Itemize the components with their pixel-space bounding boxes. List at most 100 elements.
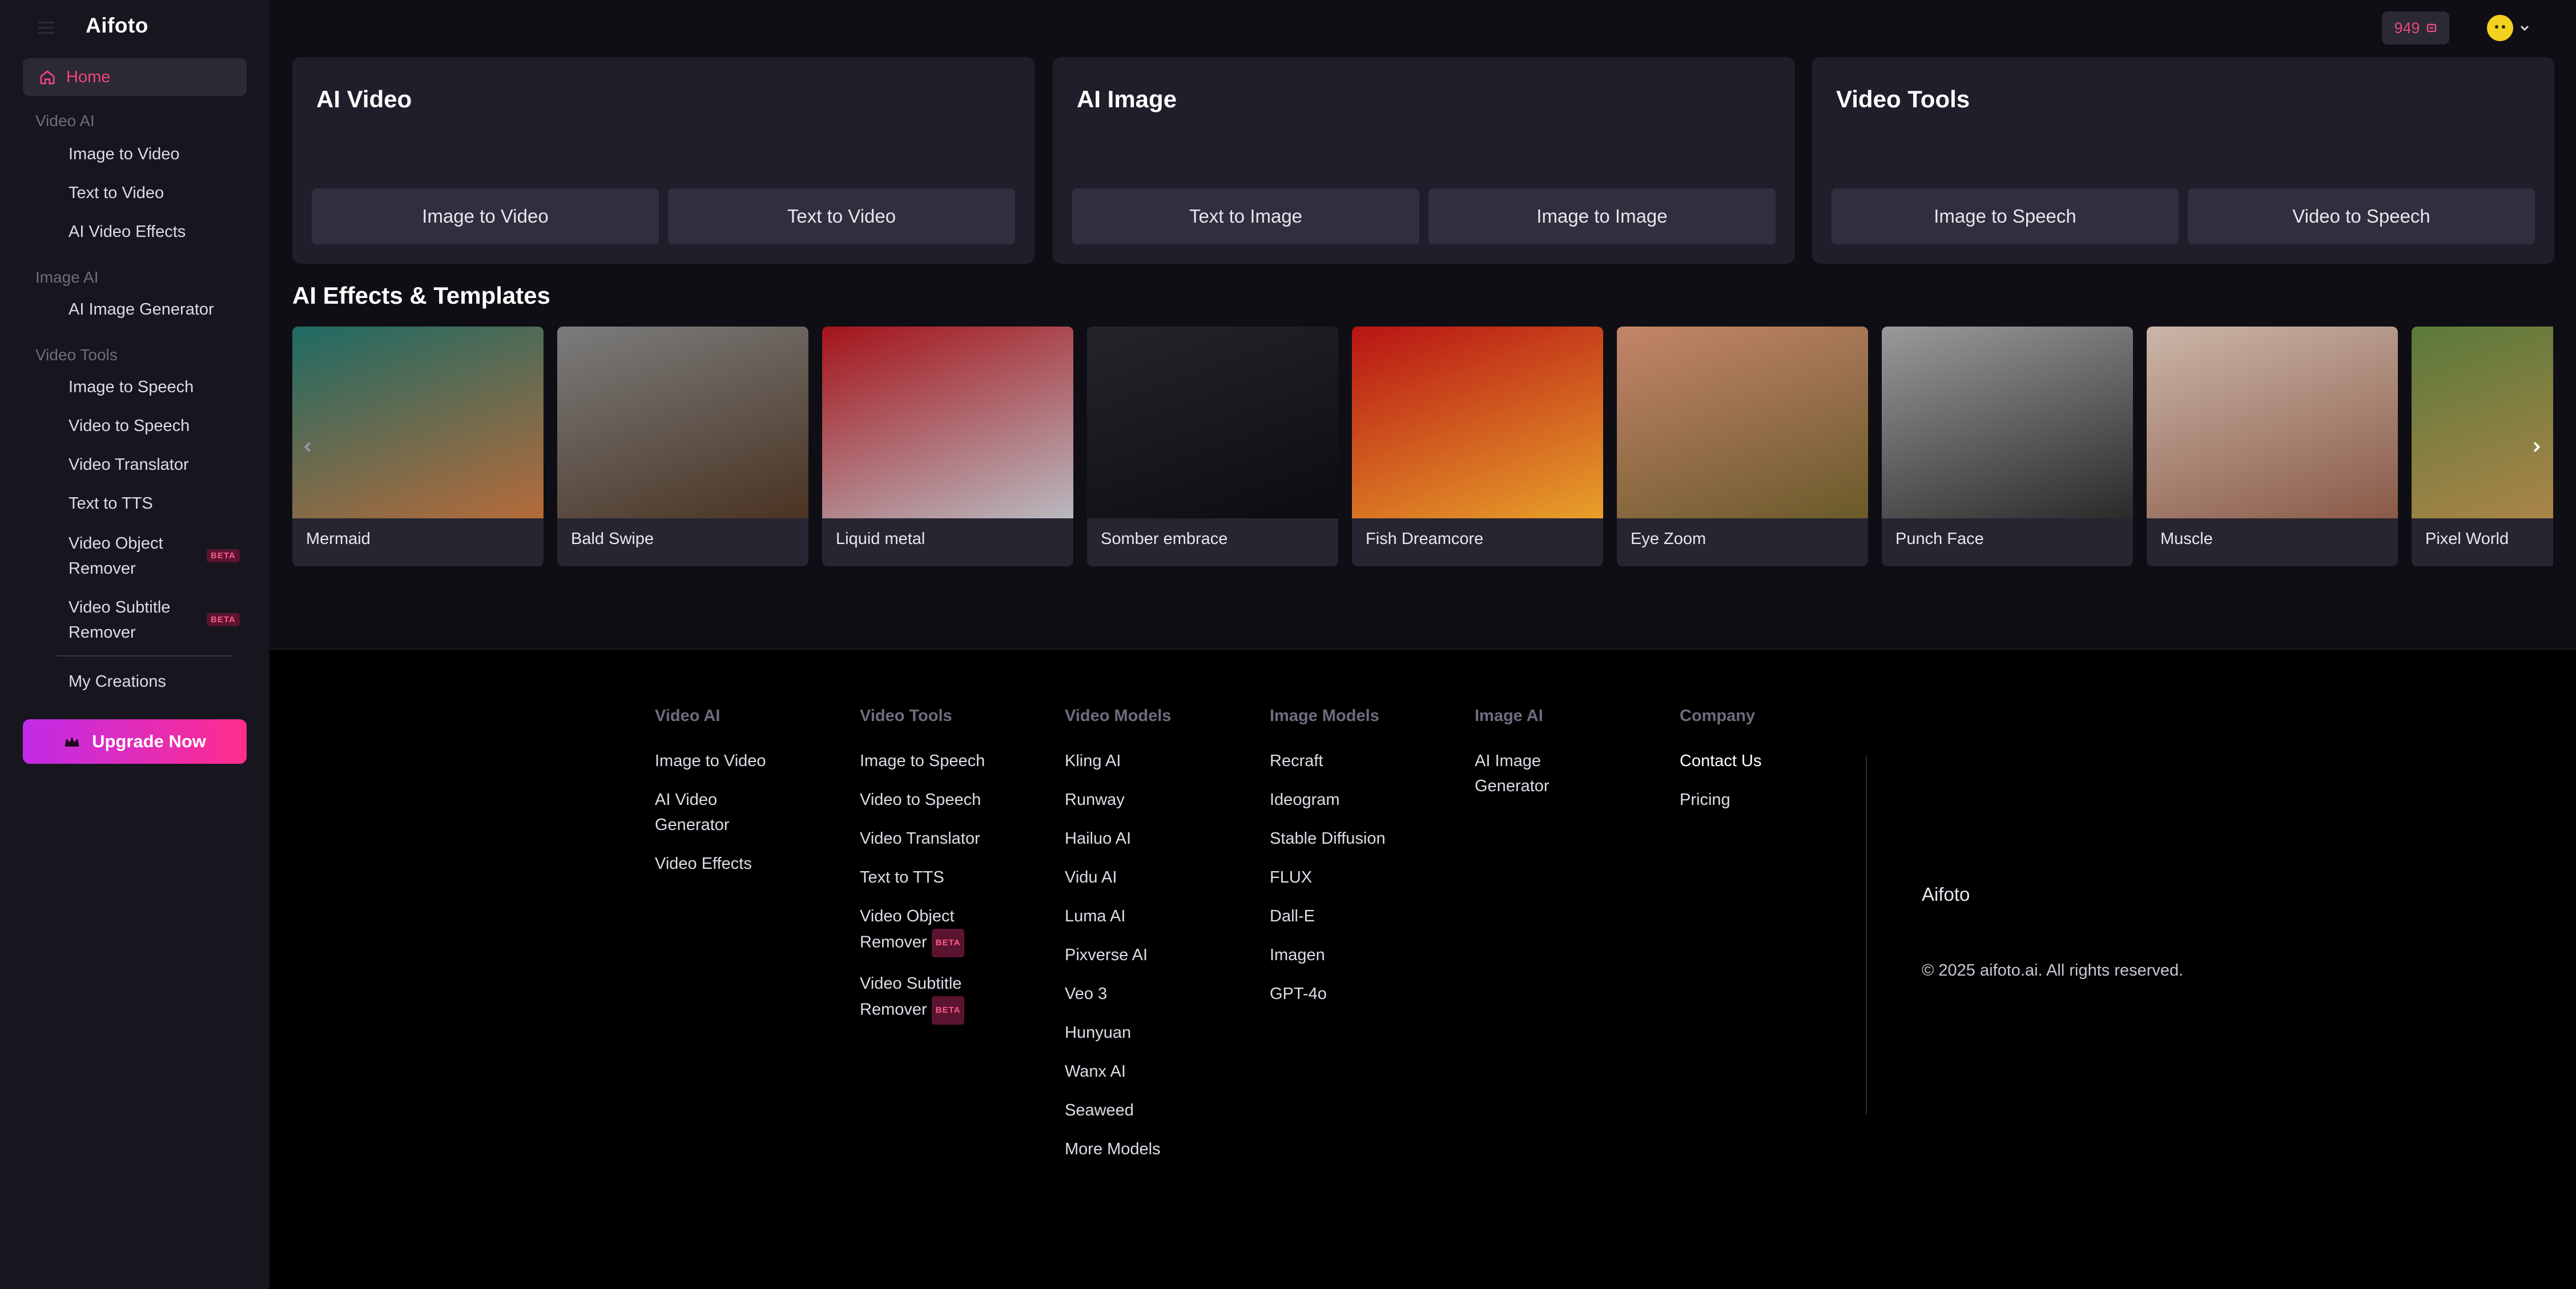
sidebar-item-ai-video-effects[interactable]: AI Video Effects [69,219,186,244]
sidebar-item-label: Remover [69,559,136,578]
effect-card-punch-face[interactable]: Punch Face [1882,327,2133,566]
image-to-image-button[interactable]: Image to Image [1428,188,1776,244]
footer-col-title: Video Models [1065,707,1172,725]
image-to-speech-button[interactable]: Image to Speech [1832,188,2179,244]
footer-link[interactable]: Seaweed [1065,1098,1208,1123]
footer-link[interactable]: Luma AI [1065,904,1208,929]
carousel-next-button[interactable] [2523,434,2550,460]
avatar[interactable] [2487,15,2513,41]
image-to-video-button[interactable]: Image to Video [312,188,659,244]
footer-link[interactable]: Runway [1065,787,1208,812]
footer-link[interactable]: Text to TTS [860,865,1003,890]
footer-link[interactable]: Video Effects [655,851,798,876]
effect-card-eye-zoom[interactable]: Eye Zoom [1617,327,1868,566]
effect-label: Punch Face [1895,530,1984,548]
footer-link[interactable]: Pricing [1680,787,1822,812]
sidebar-item-text-to-video[interactable]: Text to Video [69,180,164,206]
footer-link[interactable]: Imagen [1270,942,1412,968]
upgrade-button[interactable]: Upgrade Now [23,719,247,764]
card-title: Video Tools [1836,86,1970,112]
chevron-right-icon [2533,442,2541,452]
sidebar-item-video-translator[interactable]: Video Translator [69,452,189,477]
footer-link[interactable]: More Models [1065,1137,1208,1162]
footer-link[interactable]: Image to Speech [860,748,1003,774]
footer-link-line: Generator [655,816,730,834]
effect-label: Liquid metal [836,530,925,548]
card-ai-video: AI Video Image to Video Text to Video [292,57,1035,264]
upgrade-label: Upgrade Now [92,731,206,751]
effects-section-title: AI Effects & Templates [292,282,551,309]
footer-link[interactable]: Kling AI [1065,748,1208,774]
sidebar-divider [57,655,233,656]
beta-badge: BETA [207,613,240,626]
chevron-down-icon[interactable] [2518,21,2531,35]
footer-brand: Aifoto [1922,884,1970,905]
footer-link[interactable]: Ideogram [1270,787,1412,812]
user-menu[interactable] [2487,15,2531,41]
footer-link[interactable]: Hunyuan [1065,1020,1208,1045]
sidebar-item-image-to-video[interactable]: Image to Video [69,142,180,167]
footer-link-line: Generator [1475,777,1549,795]
effect-card-liquid-metal[interactable]: Liquid metal [822,327,1073,566]
footer-col-video-models: Video Models Kling AI Runway Hailuo AI V… [1065,707,1208,1175]
footer-link[interactable]: Pixverse AI [1065,942,1208,968]
text-to-image-button[interactable]: Text to Image [1072,188,1419,244]
effect-card-fish-dreamcore[interactable]: Fish Dreamcore [1352,327,1603,566]
chevron-left-icon [304,442,311,452]
effect-card-mermaid[interactable]: Mermaid [292,327,544,566]
sidebar: Aifoto Home Video AI Image to Video Text… [0,0,269,1289]
menu-icon[interactable] [38,22,55,34]
footer-link-line: Video Object [860,907,955,925]
footer-link[interactable]: Vidu AI [1065,865,1208,890]
footer-link[interactable]: Contact Us [1680,748,1822,774]
effect-card-bald-swipe[interactable]: Bald Swipe [557,327,808,566]
footer-link[interactable]: AI Video Generator [655,787,798,837]
video-to-speech-button[interactable]: Video to Speech [2188,188,2535,244]
effect-thumbnail [1617,327,1868,518]
effect-card-somber-embrace[interactable]: Somber embrace [1087,327,1338,566]
footer-link[interactable]: Image to Video [655,748,798,774]
card-ai-image: AI Image Text to Image Image to Image [1053,57,1795,264]
credits-badge[interactable]: 949 [2382,11,2449,45]
effect-card-muscle[interactable]: Muscle [2147,327,2398,566]
footer-col-video-ai: Video AI Image to Video AI Video Generato… [655,707,798,890]
home-icon [40,70,55,84]
footer-link-line: Remover [860,933,927,952]
footer-link[interactable]: AI Image Generator [1475,748,1617,799]
sidebar-item-my-creations[interactable]: My Creations [69,669,166,694]
sidebar-item-label: Video Object [69,534,163,553]
sidebar-item-video-to-speech[interactable]: Video to Speech [69,413,190,438]
footer-link[interactable]: GPT-4o [1270,981,1412,1006]
text-to-video-button[interactable]: Text to Video [668,188,1015,244]
sidebar-section-video-tools: Video Tools [35,346,118,364]
footer-link[interactable]: Video Object Remover BETA [860,904,1003,957]
footer-link[interactable]: Video Subtitle Remover BETA [860,971,1003,1025]
footer-link[interactable]: Wanx AI [1065,1059,1208,1084]
card-title: AI Video [316,86,412,112]
sidebar-item-image-to-speech[interactable]: Image to Speech [69,374,194,400]
effect-label: Mermaid [306,530,371,548]
card-video-tools: Video Tools Image to Speech Video to Spe… [1812,57,2554,264]
sidebar-item-home[interactable]: Home [23,58,247,96]
effect-thumbnail [2412,327,2553,518]
footer-link[interactable]: Video to Speech [860,787,1003,812]
carousel-prev-button[interactable] [295,434,321,460]
sidebar-item-video-object-remover[interactable]: Video Object Remover [69,531,163,581]
footer-link[interactable]: Stable Diffusion [1270,826,1412,851]
sidebar-item-video-subtitle-remover[interactable]: Video Subtitle Remover [69,595,170,645]
logo[interactable]: Aifoto [86,14,148,38]
footer-link[interactable]: Hailuo AI [1065,826,1208,851]
credits-count: 949 [2394,19,2420,37]
footer-link[interactable]: Veo 3 [1065,981,1208,1006]
footer-link[interactable]: Dall-E [1270,904,1412,929]
footer-link[interactable]: Video Translator [860,826,1003,851]
footer-link[interactable]: Recraft [1270,748,1412,774]
footer-link[interactable]: FLUX [1270,865,1412,890]
effect-thumbnail [557,327,808,518]
card-title: AI Image [1077,86,1177,112]
footer-col-image-models: Image Models Recraft Ideogram Stable Dif… [1270,707,1412,1020]
sidebar-item-text-to-tts[interactable]: Text to TTS [69,491,153,516]
beta-badge: BETA [207,549,240,562]
sidebar-item-ai-image-generator[interactable]: AI Image Generator [69,297,214,322]
footer-col-company: Company Contact Us Pricing [1680,707,1822,826]
